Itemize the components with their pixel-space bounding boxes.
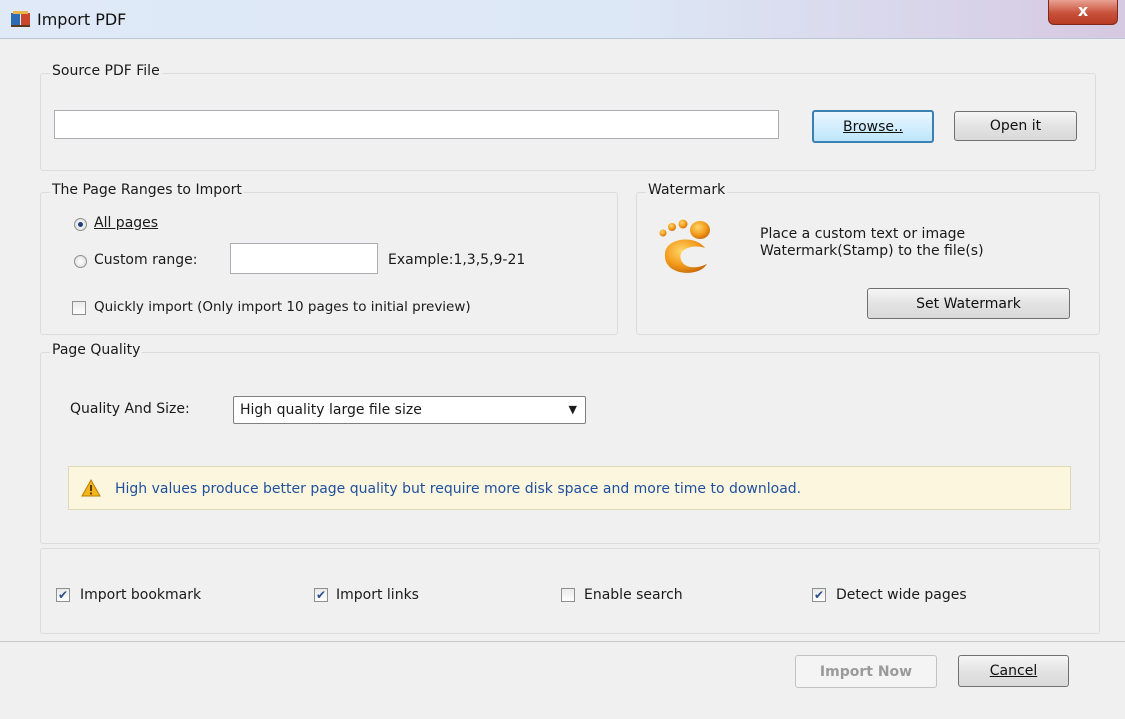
all-pages-label[interactable]: All pages bbox=[94, 215, 158, 231]
import-now-button[interactable]: Import Now bbox=[795, 655, 937, 688]
page-ranges-group-label: The Page Ranges to Import bbox=[50, 182, 244, 198]
custom-range-radio[interactable] bbox=[74, 255, 87, 268]
warning-icon bbox=[81, 478, 101, 501]
watermark-group-label: Watermark bbox=[646, 182, 728, 198]
quick-import-checkbox[interactable] bbox=[72, 301, 86, 315]
set-watermark-button[interactable]: Set Watermark bbox=[867, 288, 1070, 319]
custom-range-label[interactable]: Custom range: bbox=[94, 252, 198, 268]
source-pdf-group-label: Source PDF File bbox=[50, 63, 162, 79]
quality-select-value: High quality large file size bbox=[240, 402, 422, 418]
import-links-label[interactable]: Import links bbox=[336, 587, 419, 603]
all-pages-radio[interactable] bbox=[74, 218, 87, 231]
close-button[interactable]: x bbox=[1048, 0, 1118, 25]
cancel-button-label: Cancel bbox=[989, 663, 1038, 679]
footer-separator bbox=[0, 641, 1125, 642]
enable-search-label[interactable]: Enable search bbox=[584, 587, 683, 603]
open-it-button-label: Open it bbox=[989, 118, 1042, 134]
title-bar: Import PDF x bbox=[0, 0, 1125, 39]
quality-and-size-label: Quality And Size: bbox=[70, 401, 190, 417]
page-quality-group bbox=[40, 352, 1100, 544]
quality-select[interactable]: High quality large file size ▼ bbox=[233, 396, 586, 424]
browse-button-label: Browse.. bbox=[843, 118, 903, 135]
footprint-icon bbox=[655, 218, 717, 280]
quality-notice-text: High values produce better page quality … bbox=[115, 481, 802, 497]
watermark-description-line1: Place a custom text or image bbox=[760, 226, 966, 242]
close-icon: x bbox=[1077, 1, 1089, 20]
browse-button[interactable]: Browse.. bbox=[812, 110, 934, 143]
import-now-button-label: Import Now bbox=[819, 663, 913, 680]
cancel-button[interactable]: Cancel bbox=[958, 655, 1069, 687]
source-path-input[interactable] bbox=[54, 110, 779, 139]
page-quality-group-label: Page Quality bbox=[50, 342, 143, 358]
quick-import-label[interactable]: Quickly import (Only import 10 pages to … bbox=[94, 299, 471, 315]
window-title: Import PDF bbox=[37, 10, 127, 29]
open-it-button[interactable]: Open it bbox=[954, 111, 1077, 141]
import-bookmark-checkbox[interactable]: ✔ bbox=[56, 588, 70, 602]
watermark-description-line2: Watermark(Stamp) to the file(s) bbox=[760, 243, 984, 259]
import-bookmark-label[interactable]: Import bookmark bbox=[80, 587, 201, 603]
detect-wide-pages-checkbox[interactable]: ✔ bbox=[812, 588, 826, 602]
custom-range-input[interactable] bbox=[230, 243, 378, 274]
detect-wide-pages-label[interactable]: Detect wide pages bbox=[836, 587, 967, 603]
chevron-down-icon[interactable]: ▼ bbox=[569, 397, 577, 423]
range-example-text: Example:1,3,5,9-21 bbox=[388, 252, 526, 268]
enable-search-checkbox[interactable] bbox=[561, 588, 575, 602]
quality-notice: High values produce better page quality … bbox=[68, 466, 1071, 510]
app-icon bbox=[10, 10, 32, 28]
import-links-checkbox[interactable]: ✔ bbox=[314, 588, 328, 602]
set-watermark-button-label: Set Watermark bbox=[916, 295, 1021, 312]
